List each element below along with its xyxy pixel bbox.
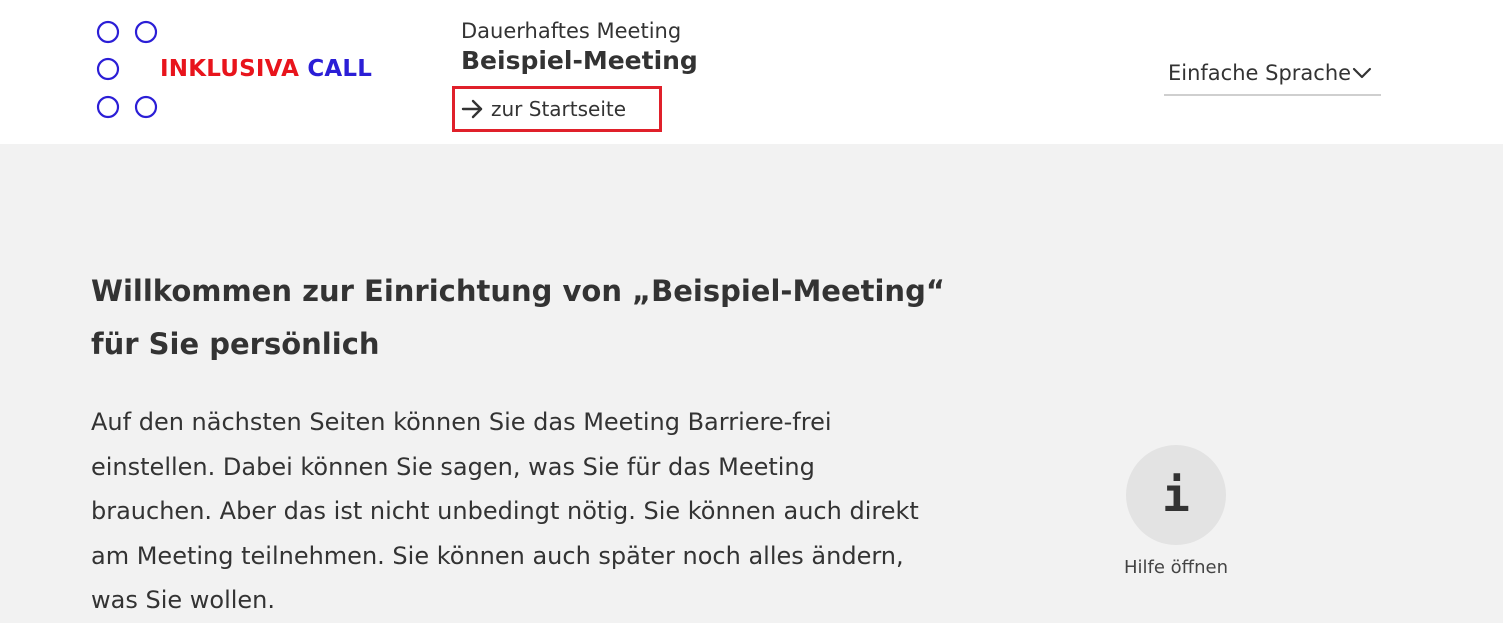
- dots-grid-icon: [96, 20, 158, 119]
- help-label: Hilfe öffnen: [1124, 557, 1228, 578]
- intro-text: Auf den nächsten Seiten können Sie das M…: [91, 408, 919, 614]
- info-icon: i: [1126, 445, 1226, 545]
- chevron-down-icon: [1352, 67, 1372, 79]
- logo-word-call: CALL: [307, 56, 373, 82]
- page-title: Willkommen zur Einrichtung von „Beispiel…: [91, 274, 945, 361]
- meeting-name: Beispiel-Meeting: [461, 46, 698, 75]
- logo-word-inklusiva: INKLUSIVA: [160, 56, 300, 82]
- home-link[interactable]: zur Startseite: [452, 86, 662, 132]
- app-logo[interactable]: INKLUSIVA CALL: [96, 20, 396, 120]
- meeting-info: Dauerhaftes Meeting Beispiel-Meeting: [461, 16, 698, 76]
- main-content: Willkommen zur Einrichtung von „Beispiel…: [91, 265, 951, 623]
- language-select-value: Einfache Sprache: [1168, 61, 1352, 85]
- info-glyph: i: [1162, 468, 1190, 522]
- page-header: INKLUSIVA CALL Dauerhaftes Meeting Beisp…: [0, 0, 1503, 144]
- language-select[interactable]: Einfache Sprache: [1164, 52, 1381, 96]
- home-link-label: zur Startseite: [491, 97, 627, 121]
- help-button[interactable]: i Hilfe öffnen: [1110, 445, 1242, 578]
- logo-wordmark: INKLUSIVA CALL: [160, 56, 372, 82]
- arrow-right-icon: [461, 99, 483, 119]
- meeting-type: Dauerhaftes Meeting: [461, 19, 682, 43]
